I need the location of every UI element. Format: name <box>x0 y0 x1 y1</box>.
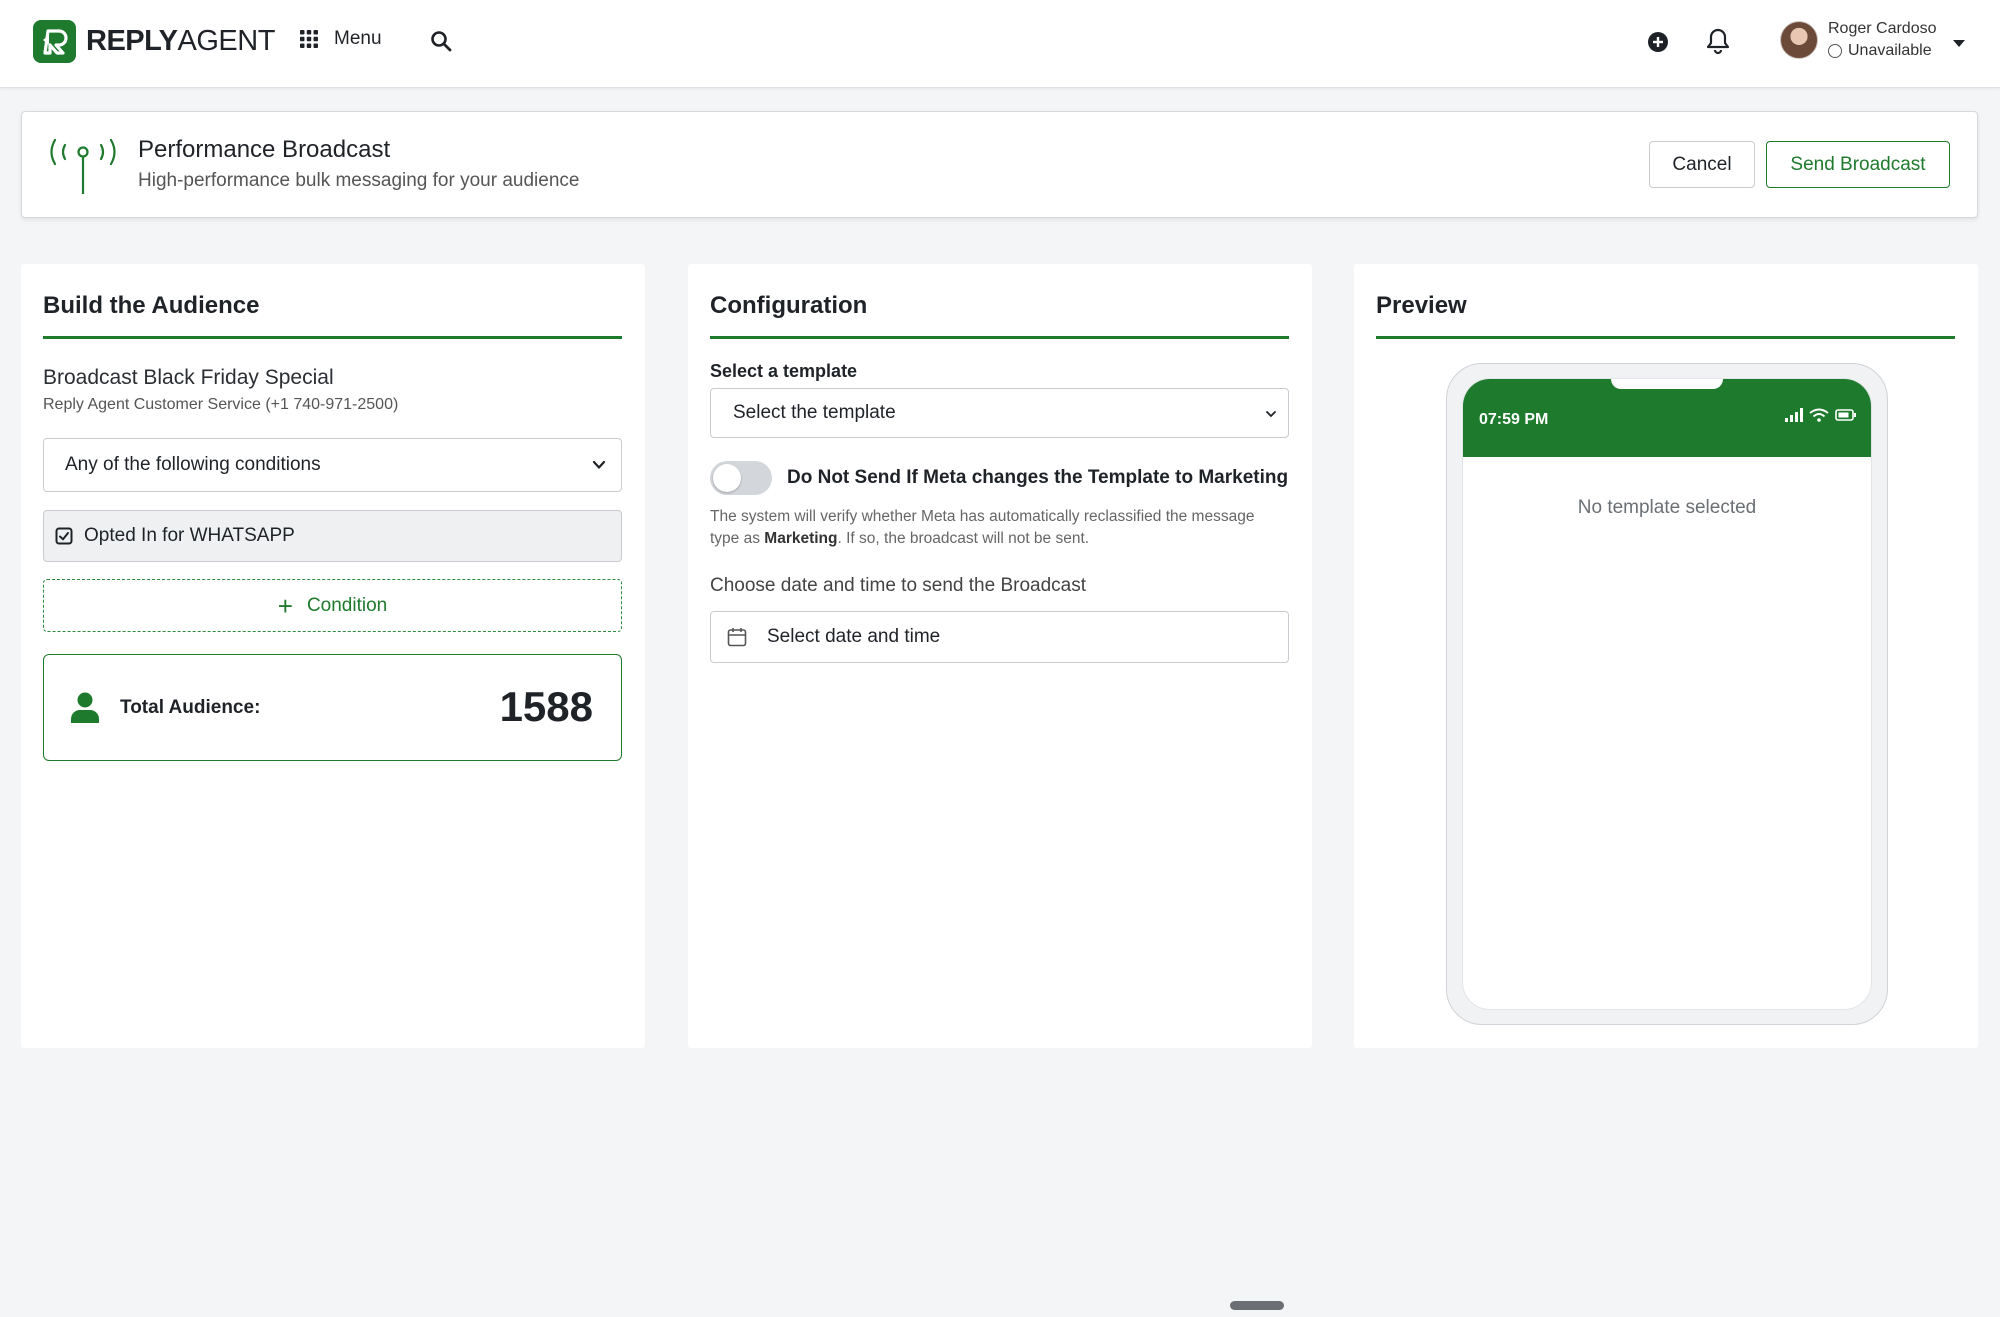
total-audience-value: 1588 <box>499 683 593 730</box>
page-subtitle: High-performance bulk messaging for your… <box>138 170 580 191</box>
search-button[interactable] <box>430 30 452 57</box>
preview-empty-text: No template selected <box>1577 497 1757 518</box>
add-condition-button[interactable]: + Condition <box>43 579 622 632</box>
toggle-knob <box>713 464 741 492</box>
schedule-date-input[interactable]: Select date and time <box>710 611 1289 663</box>
preview-panel-title: Preview <box>1376 292 1467 319</box>
menu-button[interactable]: Menu <box>300 28 382 50</box>
chevron-down-icon <box>592 460 606 469</box>
configuration-panel: Configuration Select a template Select t… <box>688 264 1312 1048</box>
menu-label: Menu <box>334 28 382 49</box>
template-select[interactable]: Select the template <box>710 388 1289 438</box>
bell-icon <box>1706 28 1730 55</box>
broadcast-name: Broadcast Black Friday Special <box>43 366 334 389</box>
broadcast-antenna-icon <box>50 138 116 194</box>
home-indicator <box>1230 1301 1284 1310</box>
notifications-button[interactable] <box>1705 27 1731 60</box>
grid-icon <box>300 30 318 48</box>
calendar-icon <box>727 628 747 647</box>
condition-mode-value: Any of the following conditions <box>65 454 321 475</box>
audience-panel: Build the Audience Broadcast Black Frida… <box>21 264 645 1048</box>
condition-label: Opted In for WHATSAPP <box>84 525 295 546</box>
configuration-panel-title: Configuration <box>710 292 868 319</box>
toggle-help-text: The system will verify whether Meta has … <box>710 508 1255 547</box>
section-divider <box>1376 336 1955 339</box>
schedule-date-placeholder: Select date and time <box>767 626 941 647</box>
page-header: Performance Broadcast High-performance b… <box>21 111 1978 218</box>
phone-screen: 07:59 PM No template selected <box>1462 378 1872 1010</box>
replyagent-logo[interactable]: REPLYAGENT <box>33 20 275 63</box>
plus-icon: + <box>277 590 293 621</box>
user-menu-caret[interactable] <box>1952 36 1966 54</box>
cancel-button[interactable]: Cancel <box>1649 141 1755 188</box>
phone-notch <box>1611 379 1723 389</box>
top-navigation-bar: REPLYAGENT Menu Roger Cardoso Unavailabl… <box>0 0 2000 88</box>
user-menu[interactable]: Roger Cardoso Unavailable <box>1780 20 1937 60</box>
template-select-value: Select the template <box>733 402 896 423</box>
logo-mark-icon <box>33 20 76 63</box>
phone-status-bar: 07:59 PM <box>1463 379 1871 457</box>
plus-circle-icon <box>1648 32 1668 52</box>
user-name: Roger Cardoso <box>1828 20 1937 37</box>
status-circle-icon <box>1828 44 1842 58</box>
add-condition-label: Condition <box>306 594 388 616</box>
total-audience-card: Total Audience: 1588 <box>43 654 622 761</box>
avatar <box>1780 21 1818 59</box>
chevron-down-icon <box>1266 411 1276 417</box>
search-icon <box>431 31 452 52</box>
person-icon <box>71 692 99 723</box>
schedule-label: Choose date and time to send the Broadca… <box>710 575 1087 596</box>
preview-panel: Preview 07:59 PM No template selected <box>1354 264 1978 1048</box>
toggle-label: Do Not Send If Meta changes the Template… <box>787 467 1289 488</box>
condition-mode-select[interactable]: Any of the following conditions <box>43 438 622 492</box>
battery-icon <box>1835 409 1856 421</box>
chevron-down-icon <box>1953 40 1965 47</box>
phone-mockup: 07:59 PM No template selected <box>1446 363 1888 1025</box>
phone-time: 07:59 PM <box>1479 411 1549 428</box>
template-label: Select a template <box>710 361 858 381</box>
logo-wordmark: REPLYAGENT <box>86 25 275 57</box>
page-title: Performance Broadcast <box>138 136 391 163</box>
marketing-reclassification-toggle[interactable] <box>710 461 772 495</box>
send-broadcast-button[interactable]: Send Broadcast <box>1766 141 1950 188</box>
wifi-icon <box>1809 408 1829 422</box>
user-status: Unavailable <box>1828 42 1937 60</box>
condition-chip[interactable]: Opted In for WHATSAPP <box>43 510 622 562</box>
audience-panel-title: Build the Audience <box>43 292 260 319</box>
broadcast-channel: Reply Agent Customer Service (+1 740-971… <box>43 396 399 413</box>
section-divider <box>710 336 1289 339</box>
total-audience-label: Total Audience: <box>120 697 261 718</box>
user-status-label: Unavailable <box>1848 42 1932 59</box>
create-button[interactable] <box>1646 30 1670 59</box>
checkbox-checked-icon <box>55 527 73 545</box>
section-divider <box>43 336 622 339</box>
signal-icon <box>1785 408 1803 422</box>
